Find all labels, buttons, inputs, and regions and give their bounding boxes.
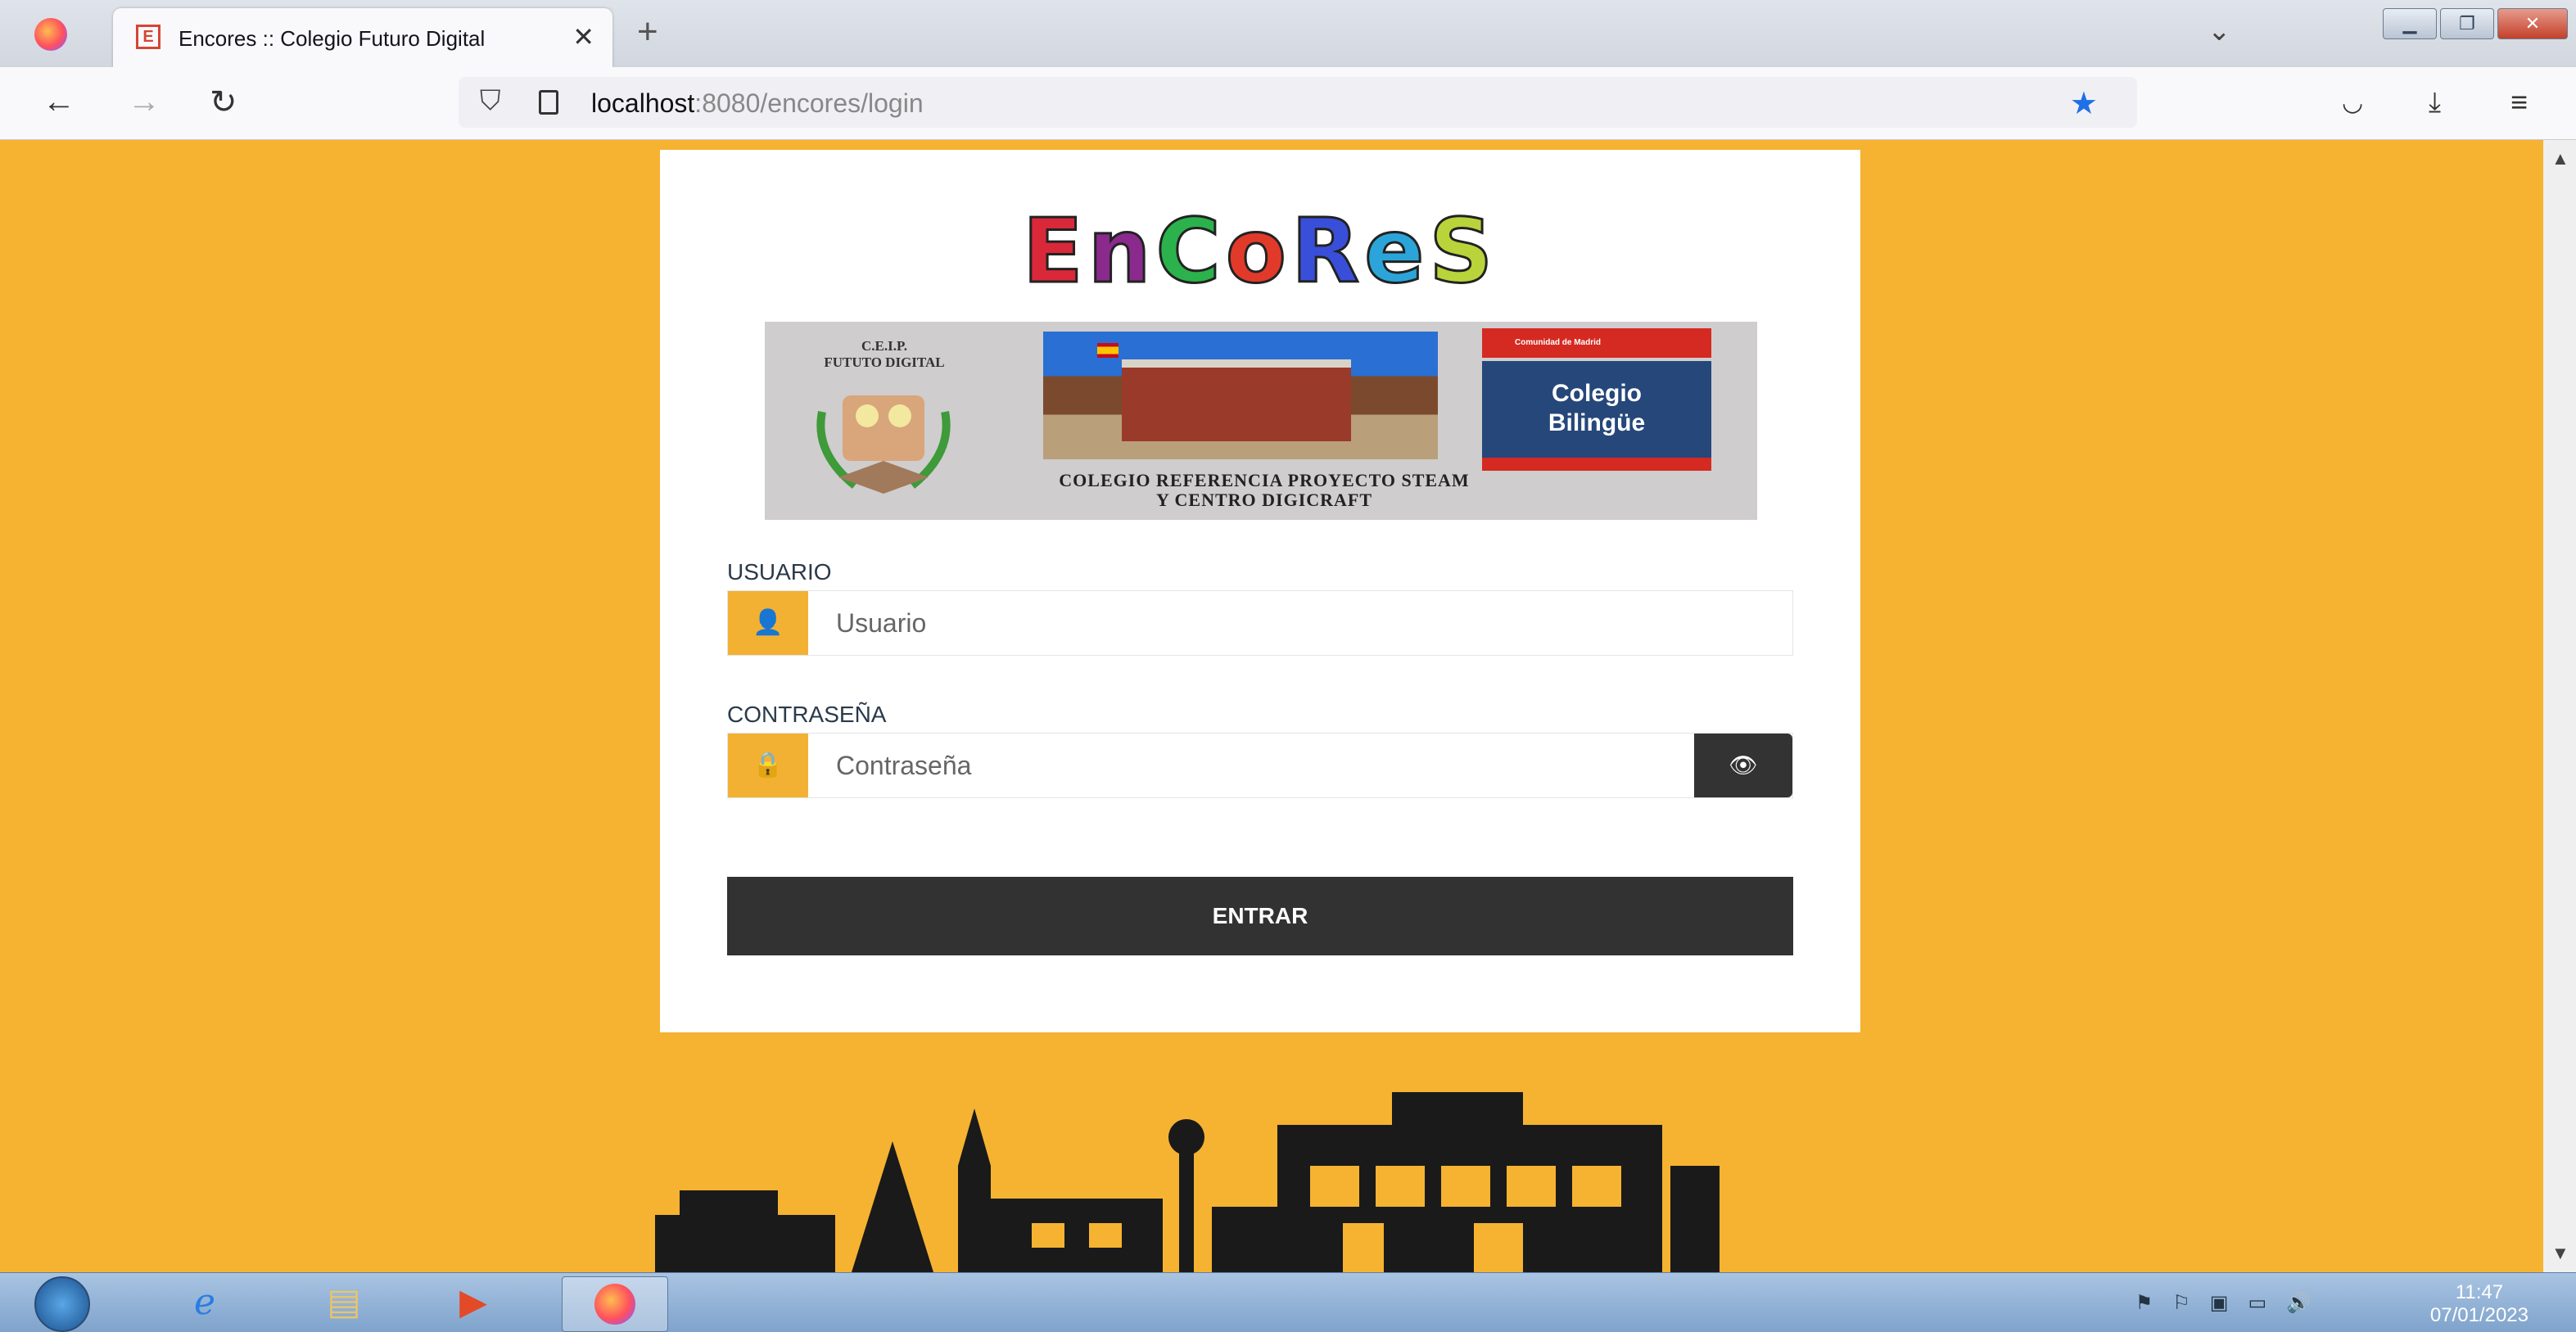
bookmark-star-icon[interactable]: ★ <box>2070 85 2098 122</box>
login-card: EnCoReS C.E.I.P. FUTUTO DIGITAL COLEGIO … <box>660 150 1860 1032</box>
user-icon: 👤 <box>728 591 808 655</box>
pocket-icon[interactable]: ◡ <box>2342 88 2363 117</box>
firefox-icon <box>589 1280 641 1326</box>
url-text[interactable]: localhost:8080/encores/login <box>591 88 924 119</box>
school-banner: C.E.I.P. FUTUTO DIGITAL COLEGIO REFERENC… <box>765 322 1757 520</box>
logo-letter: C <box>1155 201 1226 303</box>
app-menu-icon[interactable]: ≡ <box>2510 85 2528 120</box>
page-info-icon[interactable] <box>539 90 558 115</box>
tracking-protection-icon[interactable]: ⛉ <box>480 85 501 117</box>
scroll-up-icon[interactable]: ▲ <box>2551 148 2569 169</box>
browser-tab-bar: E Encores :: Colegio Futuro Digital ✕ + … <box>0 0 2576 67</box>
school-name: C.E.I.P. FUTUTO DIGITAL <box>824 338 945 370</box>
bilingual-badge: Colegio Bilingüe <box>1482 361 1711 458</box>
downloads-icon[interactable]: ⤓ <box>2429 87 2441 119</box>
logo-letter: e <box>1363 201 1430 303</box>
vertical-scrollbar[interactable]: ▲ ▼ <box>2543 140 2576 1272</box>
windows-taskbar: ℯ ▤ ▶ ⚑⚐▣▭🔊 11:47 07/01/2023 <box>0 1272 2576 1332</box>
scroll-down-icon[interactable]: ▼ <box>2551 1243 2569 1264</box>
logo-letter: o <box>1224 201 1291 303</box>
browser-nav-bar: ← → ↻ ⛉ localhost:8080/encores/login ★ ◡… <box>0 67 2576 140</box>
school-photo <box>1043 332 1438 459</box>
internet-explorer-icon[interactable]: ℯ <box>179 1280 231 1325</box>
school-building <box>1122 359 1351 441</box>
firefox-taskbar-button[interactable] <box>562 1276 668 1332</box>
school-crest-icon <box>816 395 951 494</box>
password-label: CONTRASEÑA <box>727 702 887 727</box>
logo-letter: E <box>1021 201 1088 303</box>
window-controls: ▁ ❐ ✕ <box>2383 8 2568 39</box>
restore-button[interactable]: ❐ <box>2440 8 2494 39</box>
new-tab-button[interactable]: + <box>637 11 658 52</box>
window-close-button[interactable]: ✕ <box>2497 8 2568 39</box>
forward-icon[interactable]: → <box>128 84 160 120</box>
media-app-icon[interactable]: ▶ <box>447 1280 499 1325</box>
flag-icon <box>1097 343 1119 358</box>
town-skyline-illustration <box>655 1092 1720 1272</box>
list-tabs-icon[interactable]: ⌄ <box>2208 15 2231 47</box>
start-button[interactable] <box>34 1276 90 1332</box>
password-field: 🔒 👁 <box>727 733 1793 798</box>
tab-close-icon[interactable]: ✕ <box>572 21 594 52</box>
madrid-logo: Comunidad de Madrid <box>1482 328 1711 358</box>
clock-date: 07/01/2023 <box>2429 1304 2529 1326</box>
password-input[interactable] <box>808 734 1694 797</box>
reload-icon[interactable]: ↻ <box>210 84 237 121</box>
firefox-menu-icon[interactable] <box>34 18 67 51</box>
bilingual-badge-bar <box>1482 458 1711 471</box>
school-motto: COLEGIO REFERENCIA PROYECTO STEAM Y CENT… <box>1059 470 1470 510</box>
taskbar-clock[interactable]: 11:47 07/01/2023 <box>2430 1281 2529 1327</box>
tab-title: Encores :: Colegio Futuro Digital <box>179 26 486 51</box>
site-favicon-icon: E <box>136 25 160 49</box>
username-field: 👤 <box>727 590 1793 656</box>
system-tray-icons[interactable]: ⚑⚐▣▭🔊 <box>2135 1291 2330 1315</box>
logo-letter: n <box>1087 201 1156 303</box>
logo-letter: S <box>1428 201 1498 303</box>
username-input[interactable] <box>808 591 1792 655</box>
encores-logo: EnCoReS <box>660 205 1860 298</box>
clock-time: 11:47 <box>2455 1281 2504 1303</box>
login-button[interactable]: ENTRAR <box>727 877 1793 955</box>
address-bar[interactable]: ⛉ localhost:8080/encores/login ★ <box>459 77 2137 128</box>
minimize-button[interactable]: ▁ <box>2383 8 2437 39</box>
browser-tab[interactable]: E Encores :: Colegio Futuro Digital ✕ <box>113 8 612 67</box>
lock-icon: 🔒 <box>728 734 808 797</box>
toggle-password-eye-icon[interactable]: 👁 <box>1694 734 1792 797</box>
username-label: USUARIO <box>727 559 832 585</box>
file-explorer-icon[interactable]: ▤ <box>318 1280 370 1325</box>
back-icon[interactable]: ← <box>43 84 75 120</box>
logo-letter: R <box>1290 201 1365 303</box>
